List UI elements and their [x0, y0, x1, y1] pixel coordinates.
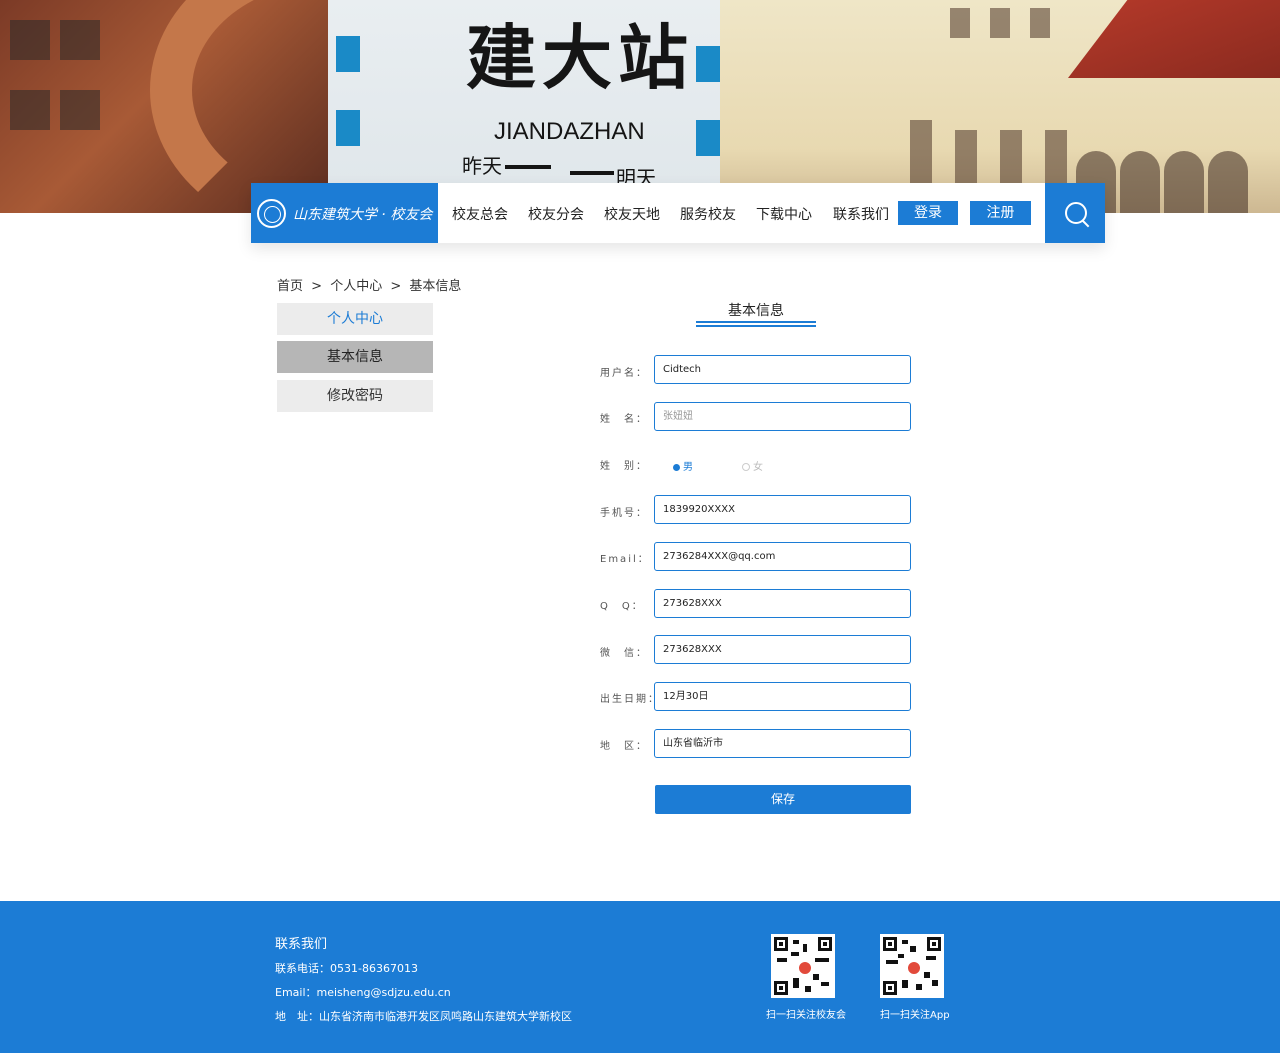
- phone-field[interactable]: 1839920XXXX: [654, 495, 911, 524]
- nav-item-alumni-world[interactable]: 校友天地: [604, 204, 660, 224]
- sidebar-item-personal-center[interactable]: 个人中心: [277, 303, 433, 335]
- radio-unselected-icon: [742, 463, 750, 471]
- nav-item-services[interactable]: 服务校友: [680, 204, 736, 224]
- sign-left-text: 昨天: [462, 154, 502, 178]
- label-name: 姓 名：: [600, 414, 648, 425]
- footer: 联系我们 联系电话：0531-86367013 Email：meisheng@s…: [0, 901, 1280, 1053]
- breadcrumb: 首页 > 个人中心 > 基本信息: [277, 275, 461, 294]
- arrow-left-icon: [505, 165, 551, 169]
- label-email: Email：: [600, 554, 650, 565]
- hero-banner: 建大站 JIANDAZHAN 昨天 明天: [0, 0, 1280, 213]
- save-button[interactable]: 保存: [655, 785, 911, 814]
- email-field[interactable]: 2736284XXX@qq.com: [654, 542, 911, 571]
- nav-item-alumni-association[interactable]: 校友总会: [452, 204, 508, 224]
- footer-title: 联系我们: [275, 937, 328, 952]
- search-button[interactable]: [1045, 183, 1105, 243]
- qr-caption-alumni: 扫一扫关注校友会: [766, 1010, 846, 1021]
- sidebar-item-change-password[interactable]: 修改密码: [277, 380, 433, 412]
- main-navigation: 山东建筑大学 · 校友会 校友总会 校友分会 校友天地 服务校友 下载中心 联系…: [251, 183, 1105, 243]
- radio-selected-icon: [673, 463, 680, 471]
- footer-phone: 联系电话：0531-86367013: [275, 962, 418, 975]
- university-emblem-icon: [257, 199, 286, 228]
- label-region: 地 区：: [600, 741, 648, 752]
- qq-field[interactable]: 273628XXX: [654, 589, 911, 618]
- gender-radio-female[interactable]: 女: [742, 458, 763, 473]
- label-birthday: 出生日期：: [600, 694, 660, 705]
- footer-address: 地 址：山东省济南市临港开发区凤鸣路山东建筑大学新校区: [275, 1010, 572, 1023]
- footer-email[interactable]: Email：meisheng@sdjzu.edu.cn: [275, 984, 451, 1000]
- gender-female-label: 女: [753, 462, 763, 473]
- label-wechat: 微 信：: [600, 648, 648, 659]
- name-field[interactable]: 张妞妞: [654, 402, 911, 431]
- sidebar-item-basic-info[interactable]: 基本信息: [277, 341, 433, 373]
- label-qq: Q Q：: [600, 601, 644, 612]
- site-logo[interactable]: 山东建筑大学 · 校友会: [251, 183, 438, 243]
- wechat-field[interactable]: 273628XXX: [654, 635, 911, 664]
- gender-male-label: 男: [683, 462, 693, 473]
- register-button[interactable]: 注册: [970, 201, 1031, 225]
- nav-item-branches[interactable]: 校友分会: [528, 204, 584, 224]
- breadcrumb-separator: >: [390, 279, 402, 294]
- birthday-field[interactable]: 12月30日: [654, 682, 911, 711]
- qr-code-alumni-association: [771, 934, 835, 998]
- label-gender: 姓 别：: [600, 461, 648, 472]
- qr-code-app: [880, 934, 944, 998]
- breadcrumb-personal-center[interactable]: 个人中心: [330, 279, 382, 294]
- gender-radio-male[interactable]: 男: [673, 458, 693, 473]
- breadcrumb-current: 基本信息: [409, 279, 462, 294]
- breadcrumb-separator: >: [311, 279, 323, 294]
- logo-text: 山东建筑大学 · 校友会: [293, 207, 433, 223]
- nav-item-contact[interactable]: 联系我们: [833, 204, 889, 224]
- sign-pinyin: JIANDAZHAN: [494, 118, 645, 145]
- username-field[interactable]: Cidtech: [654, 355, 911, 384]
- nav-item-downloads[interactable]: 下载中心: [756, 204, 812, 224]
- qr-logo-icon: [906, 960, 922, 976]
- form-title-underline: [696, 321, 816, 323]
- region-field[interactable]: 山东省临沂市: [654, 729, 911, 758]
- form-title: 基本信息: [728, 303, 784, 319]
- qr-caption-app: 扫一扫关注App: [880, 1010, 950, 1021]
- sign-title: 建大站: [466, 16, 694, 99]
- label-phone: 手机号：: [600, 508, 648, 519]
- label-username: 用户名：: [600, 368, 648, 379]
- qr-logo-icon: [797, 960, 813, 976]
- login-button[interactable]: 登录: [898, 201, 958, 225]
- arrow-right-icon: [570, 171, 614, 175]
- breadcrumb-home[interactable]: 首页: [277, 279, 303, 294]
